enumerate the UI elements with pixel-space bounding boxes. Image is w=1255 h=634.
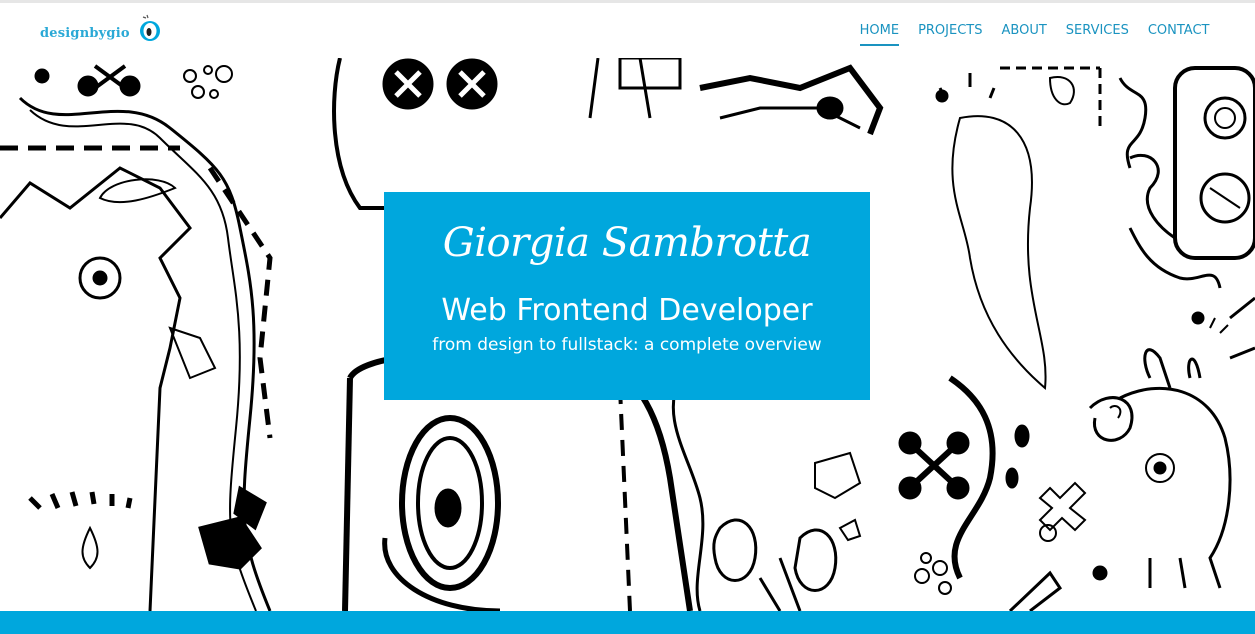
logo-text: designbygio <box>40 25 130 41</box>
site-header: designbygio HOME PROJECTS ABOUT SERVICES… <box>0 3 1255 58</box>
hero-banner: Giorgia Sambrotta Web Frontend Developer… <box>384 192 870 400</box>
cartoon-eye-icon <box>134 13 164 47</box>
nav-services[interactable]: SERVICES <box>1056 23 1138 39</box>
hero-role: Web Frontend Developer <box>441 293 813 328</box>
nav-contact[interactable]: CONTACT <box>1138 23 1219 39</box>
hero-name: Giorgia Sambrotta <box>442 220 812 266</box>
section-bottom-bar <box>0 611 1255 634</box>
main-nav: HOME PROJECTS ABOUT SERVICES CONTACT <box>850 23 1219 46</box>
nav-home[interactable]: HOME <box>850 23 908 46</box>
logo-link[interactable]: designbygio <box>40 13 164 53</box>
hero-tagline: from design to fullstack: a complete ove… <box>432 335 822 355</box>
nav-projects[interactable]: PROJECTS <box>909 23 992 39</box>
nav-about[interactable]: ABOUT <box>992 23 1056 39</box>
hero-section: Giorgia Sambrotta Web Frontend Developer… <box>0 58 1255 611</box>
